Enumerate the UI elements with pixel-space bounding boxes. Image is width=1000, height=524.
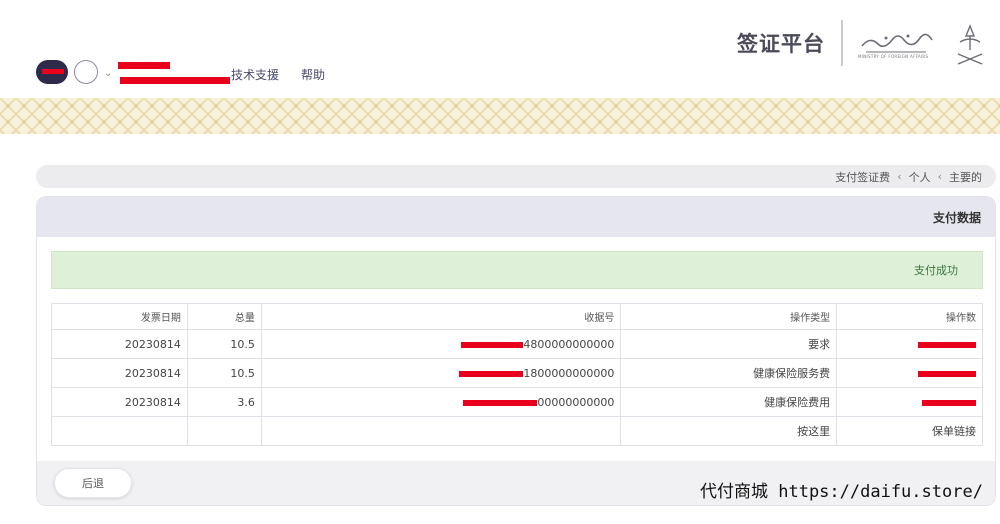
payment-panel: 支付数据 支付成功 发票日期 总量 收据号 操作类型 操作数 20230814 … (36, 196, 996, 506)
header-divider (841, 20, 843, 66)
cell-total: 10.5 (186, 329, 262, 359)
redaction-mark (461, 341, 524, 348)
decorative-pattern-band (0, 98, 1000, 134)
breadcrumb-item-pay-visa-fee[interactable]: 支付签证费 (835, 169, 890, 185)
panel-title: 支付数据 (37, 197, 995, 237)
header-total: 总量 (186, 303, 262, 330)
payment-table: 发票日期 总量 收据号 操作类型 操作数 20230814 10.5 48000… (51, 303, 983, 446)
policy-link[interactable]: 保单链接 (932, 425, 976, 438)
breadcrumb-item-home[interactable]: 主要的 (949, 169, 982, 185)
user-name-redacted (118, 62, 170, 69)
header: ⌄ 技术支援 帮助 签证平台 MINISTRY OF FOREIGN AFFAI… (0, 0, 1000, 98)
redaction-mark (922, 399, 976, 406)
nav-help-link[interactable]: 帮助 (301, 66, 325, 83)
table-row: 20230814 3.6 00000000000 健康保险费用 (51, 387, 983, 417)
cell-empty (260, 416, 622, 446)
header-operation-type: 操作类型 (620, 303, 838, 330)
cell-operation-number (836, 387, 983, 417)
table-row: 20230814 10.5 4800000000000 要求 (51, 329, 983, 359)
cell-click-here[interactable]: 按这里 (620, 416, 838, 446)
redaction-mark (918, 341, 976, 348)
click-here-link[interactable]: 按这里 (797, 425, 830, 438)
success-alert: 支付成功 (51, 251, 983, 289)
cell-receipt: 00000000000 (260, 387, 622, 417)
breadcrumb: 支付签证费 ‹ 个人 ‹ 主要的 (36, 165, 996, 188)
avatar[interactable] (74, 60, 98, 84)
redaction-mark (42, 69, 64, 74)
cell-date: 20230814 (51, 358, 188, 388)
cell-total: 10.5 (186, 358, 262, 388)
header-receipt-number: 收据号 (260, 303, 622, 330)
back-button[interactable]: 后退 (54, 468, 132, 498)
alert-text: 支付成功 (914, 264, 958, 277)
table-row: 按这里 保单链接 (51, 416, 983, 446)
breadcrumb-item-personal[interactable]: 个人 (909, 169, 931, 185)
cell-operation-number (836, 329, 983, 359)
ministry-logo (861, 24, 983, 65)
redaction-mark (918, 370, 976, 377)
cell-receipt: 1800000000000 (260, 358, 622, 388)
cell-total: 3.6 (186, 387, 262, 417)
user-area: ⌄ (36, 60, 112, 84)
chevron-down-icon[interactable]: ⌄ (104, 68, 112, 79)
header-operation-number: 操作数 (836, 303, 983, 330)
chevron-left-icon: ‹ (897, 170, 902, 183)
cell-empty (186, 416, 262, 446)
cell-receipt: 4800000000000 (260, 329, 622, 359)
redaction-mark (459, 370, 524, 377)
cell-type: 要求 (620, 329, 838, 359)
ministry-caption: MINISTRY OF FOREIGN AFFAIRS (858, 54, 929, 59)
receipt-suffix: 1800000000000 (523, 366, 615, 380)
receipt-suffix: 4800000000000 (523, 337, 615, 351)
redaction-mark (463, 399, 538, 406)
cell-date: 20230814 (51, 387, 188, 417)
chevron-left-icon: ‹ (937, 170, 942, 183)
cell-operation-number (836, 358, 983, 388)
cell-type: 健康保险费用 (620, 387, 838, 417)
cell-type: 健康保险服务费 (620, 358, 838, 388)
cell-policy-link[interactable]: 保单链接 (836, 416, 983, 446)
watermark-text: 代付商城 https://daifu.store/ (700, 482, 983, 502)
table-header-row: 发票日期 总量 收据号 操作类型 操作数 (51, 303, 983, 330)
cell-empty (51, 416, 188, 446)
header-invoice-date: 发票日期 (51, 303, 188, 330)
table-row: 20230814 10.5 1800000000000 健康保险服务费 (51, 358, 983, 388)
nav-support-link[interactable]: 技术支援 (231, 66, 279, 83)
cell-date: 20230814 (51, 329, 188, 359)
receipt-suffix: 00000000000 (537, 395, 615, 409)
logout-button[interactable] (36, 60, 68, 84)
user-email-redacted (120, 77, 230, 84)
platform-title: 签证平台 (737, 32, 825, 56)
